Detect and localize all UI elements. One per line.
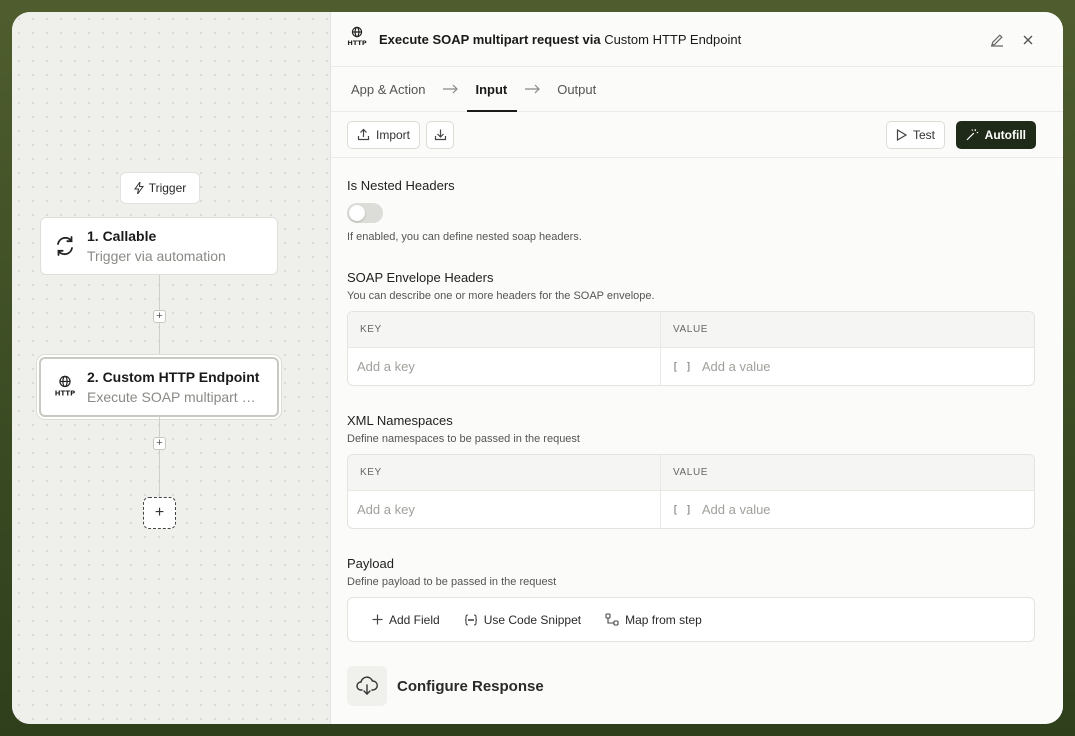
- section-title: XML Namespaces: [347, 413, 453, 428]
- workflow-canvas[interactable]: Trigger 1. Callable Trigger via automati…: [12, 12, 330, 724]
- autofill-label: Autofill: [984, 127, 1026, 142]
- soap-headers-table: KEY VALUE Add a key [ ] Add a value: [347, 311, 1035, 386]
- svg-text:HTTP: HTTP: [55, 389, 75, 397]
- panel-title-action: Execute SOAP multipart request via: [379, 31, 601, 47]
- xml-namespaces-section: XML Namespaces Define namespaces to be p…: [347, 413, 1047, 529]
- close-button[interactable]: [1019, 31, 1037, 49]
- map-from-step-button[interactable]: Map from step: [605, 613, 702, 627]
- upload-icon: [357, 128, 370, 141]
- use-code-snippet-label: Use Code Snippet: [483, 612, 582, 627]
- node-subtitle: Execute SOAP multipart request via Custo…: [87, 389, 257, 405]
- app-frame: Trigger 1. Callable Trigger via automati…: [12, 12, 1063, 724]
- map-step-icon: [605, 613, 619, 626]
- refresh-icon: [53, 234, 77, 258]
- section-title: Is Nested Headers: [347, 178, 455, 193]
- key-input[interactable]: Add a key: [348, 491, 661, 528]
- panel-title-app: Custom HTTP Endpoint: [604, 31, 742, 47]
- brackets-icon: [ ]: [672, 360, 692, 373]
- plus-icon: [372, 614, 383, 625]
- node-callable[interactable]: 1. Callable Trigger via automation: [40, 217, 278, 275]
- insert-step-button[interactable]: +: [153, 437, 166, 450]
- nested-headers-toggle[interactable]: [347, 203, 383, 223]
- section-title: SOAP Envelope Headers: [347, 270, 494, 285]
- cloud-download-icon: [347, 666, 387, 706]
- http-globe-icon: HTTP: [347, 26, 367, 53]
- key-column-header: KEY: [348, 455, 661, 490]
- tab-output[interactable]: Output: [557, 67, 596, 112]
- map-from-step-label: Map from step: [625, 612, 702, 627]
- node-subtitle: Trigger via automation: [87, 248, 226, 264]
- step-tabs: App & Action Input Output: [331, 67, 1063, 112]
- configure-response-section[interactable]: Configure Response: [347, 666, 1047, 706]
- trigger-label: Trigger: [148, 181, 187, 195]
- node-title: 1. Callable: [87, 228, 157, 244]
- section-description: You can describe one or more headers for…: [347, 290, 655, 302]
- step-config-panel: HTTP Execute SOAP multipart request via …: [330, 12, 1063, 724]
- value-column-header: VALUE: [673, 324, 709, 335]
- download-button[interactable]: [426, 120, 455, 149]
- section-title: Payload: [347, 556, 394, 571]
- xml-namespaces-table: KEY VALUE Add a key [ ] Add a value: [347, 454, 1035, 529]
- input-form: Is Nested Headers If enabled, you can de…: [331, 178, 1063, 706]
- key-column-header: KEY: [348, 312, 661, 347]
- add-field-button[interactable]: Add Field: [372, 613, 440, 627]
- panel-header: HTTP Execute SOAP multipart request via …: [331, 12, 1063, 67]
- section-description: If enabled, you can define nested soap h…: [347, 231, 582, 243]
- edit-button[interactable]: [988, 31, 1006, 49]
- value-placeholder: Add a value: [701, 502, 771, 517]
- value-input[interactable]: [ ] Add a value: [661, 491, 1034, 528]
- magic-wand-icon: [966, 129, 979, 141]
- trigger-pill[interactable]: Trigger: [120, 172, 200, 204]
- nested-headers-section: Is Nested Headers If enabled, you can de…: [347, 178, 1047, 243]
- import-label: Import: [376, 127, 411, 142]
- bolt-icon: [133, 182, 144, 194]
- value-placeholder: Add a value: [701, 359, 771, 374]
- arrow-right-icon: [524, 84, 541, 94]
- section-description: Define namespaces to be passed in the re…: [347, 433, 580, 445]
- tab-input[interactable]: Input: [467, 67, 517, 112]
- download-icon: [434, 129, 446, 141]
- input-toolbar: Import Test Autofill: [331, 112, 1063, 158]
- use-code-snippet-button[interactable]: Use Code Snippet: [464, 613, 581, 627]
- section-description: Define payload to be passed in the reque…: [347, 576, 557, 588]
- pencil-icon: [991, 34, 1003, 47]
- tab-app-action[interactable]: App & Action: [351, 67, 425, 112]
- toggle-knob: [349, 205, 365, 221]
- brackets-icon: [ ]: [672, 503, 692, 516]
- close-icon: [1023, 35, 1033, 45]
- add-step-button[interactable]: +: [143, 497, 176, 529]
- http-globe-icon: HTTP: [53, 375, 77, 399]
- add-field-label: Add Field: [389, 612, 440, 627]
- arrow-right-icon: [442, 84, 459, 94]
- autofill-button[interactable]: Autofill: [956, 120, 1036, 149]
- test-label: Test: [913, 127, 936, 142]
- panel-title: Execute SOAP multipart request via Custo…: [379, 32, 741, 47]
- soap-headers-section: SOAP Envelope Headers You can describe o…: [347, 270, 1047, 386]
- payload-section: Payload Define payload to be passed in t…: [347, 556, 1047, 642]
- value-column-header: VALUE: [673, 467, 709, 478]
- configure-response-label: Configure Response: [397, 677, 544, 695]
- play-icon: [896, 128, 907, 141]
- insert-step-button[interactable]: +: [153, 310, 166, 323]
- key-input[interactable]: Add a key: [348, 348, 661, 385]
- node-custom-http[interactable]: HTTP 2. Custom HTTP Endpoint Execute SOA…: [39, 357, 279, 417]
- node-title: 2. Custom HTTP Endpoint: [87, 369, 260, 385]
- test-button[interactable]: Test: [886, 120, 946, 149]
- value-input[interactable]: [ ] Add a value: [661, 348, 1034, 385]
- code-braces-icon: [464, 613, 477, 626]
- connector-line: [159, 417, 160, 497]
- svg-text:HTTP: HTTP: [347, 39, 366, 47]
- import-button[interactable]: Import: [347, 120, 421, 149]
- payload-actions: Add Field Use Code Snippet Map from step: [347, 597, 1035, 642]
